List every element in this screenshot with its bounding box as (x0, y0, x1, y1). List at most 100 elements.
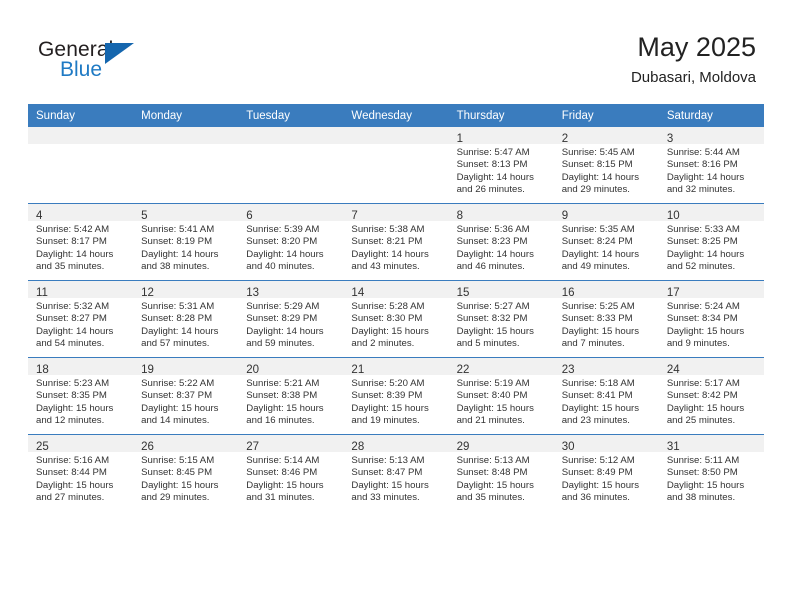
calendar-grid: Sunday Monday Tuesday Wednesday Thursday Frid… (28, 104, 764, 511)
day-number-band: 15 (448, 281, 554, 299)
day-number: 28 (351, 441, 365, 453)
calendar-day-cell[interactable]: 4 Sunrise: 5:42 AM Sunset: 8:17 PM Daylight… (28, 203, 134, 281)
calendar-day-cell[interactable]: 22 Sunrise: 5:19 AM Sunset: 8:40 PM Dayligh… (448, 357, 554, 435)
day-number: 30 (561, 441, 575, 453)
calendar-day-cell[interactable]: 17 Sunrise: 5:24 AM Sunset: 8:34 PM Dayligh… (658, 280, 764, 358)
day-detail-block: Sunrise: 5:44 AM Sunset: 8:16 PM Daylight:… (659, 144, 764, 197)
day-number-band: 16 (553, 281, 659, 299)
calendar-day-cell[interactable]: 1 Sunrise: 5:47 AM Sunset: 8:13 PM Daylight… (448, 127, 554, 204)
day-detail-block: Sunrise: 5:27 AM Sunset: 8:32 PM Daylight:… (449, 298, 554, 351)
day-detail-block: Sunrise: 5:20 AM Sunset: 8:39 PM Daylight:… (343, 375, 448, 428)
title-block: May 2025 Dubasari, Moldova (631, 30, 756, 89)
day-number-band: 13 (238, 281, 344, 299)
day-detail-block: Sunrise: 5:19 AM Sunset: 8:40 PM Daylight:… (449, 375, 554, 428)
calendar-page: General Blue May 2025 Dubasari, Moldova … (0, 0, 792, 612)
sunset-text: Sunset: 8:24 PM (561, 236, 633, 248)
daylight-text-line1: Daylight: 15 hours (561, 402, 640, 414)
calendar-day-cell[interactable]: 26 Sunrise: 5:15 AM Sunset: 8:45 PM Dayligh… (133, 434, 239, 511)
day-number-band: 24 (658, 358, 764, 376)
day-detail-block: Sunrise: 5:17 AM Sunset: 8:42 PM Daylight:… (659, 375, 764, 428)
daylight-text-line2: and 40 minutes. (246, 261, 315, 273)
calendar-day-cell[interactable]: 2 Sunrise: 5:45 AM Sunset: 8:15 PM Daylight… (553, 127, 659, 204)
daylight-text-line2: and 23 minutes. (561, 415, 630, 427)
day-detail-block: Sunrise: 5:28 AM Sunset: 8:30 PM Daylight:… (343, 298, 448, 351)
calendar-day-cell[interactable]: 27 Sunrise: 5:14 AM Sunset: 8:46 PM Dayligh… (238, 434, 344, 511)
daylight-text-line2: and 16 minutes. (246, 415, 315, 427)
weekday-header-thursday: Thursday (448, 104, 554, 127)
calendar-day-cell[interactable]: 6 Sunrise: 5:39 AM Sunset: 8:20 PM Daylight… (238, 203, 344, 281)
day-detail-block: Sunrise: 5:33 AM Sunset: 8:25 PM Daylight:… (659, 221, 764, 274)
calendar-day-cell[interactable]: 14 Sunrise: 5:28 AM Sunset: 8:30 PM Dayligh… (343, 280, 449, 358)
sunrise-text: Sunrise: 5:18 AM (561, 378, 635, 389)
calendar-week-row: 4 Sunrise: 5:42 AM Sunset: 8:17 PM Daylight… (28, 203, 764, 281)
daylight-text-line1: Daylight: 14 hours (141, 248, 219, 260)
calendar-day-cell[interactable]: 19 Sunrise: 5:22 AM Sunset: 8:37 PM Dayligh… (133, 357, 239, 435)
sunset-text: Sunset: 8:13 PM (456, 159, 528, 171)
day-number-band: 28 (343, 435, 449, 453)
day-number: 26 (141, 441, 154, 453)
calendar-day-cell[interactable]: 23 Sunrise: 5:18 AM Sunset: 8:41 PM Dayligh… (553, 357, 659, 435)
calendar-day-cell[interactable]: 13 Sunrise: 5:29 AM Sunset: 8:29 PM Dayligh… (238, 280, 344, 358)
calendar-day-cell[interactable]: 25 Sunrise: 5:16 AM Sunset: 8:44 PM Dayligh… (28, 434, 134, 511)
sunset-text: Sunset: 8:32 PM (456, 313, 528, 325)
day-detail-block: Sunrise: 5:24 AM Sunset: 8:34 PM Daylight:… (659, 298, 764, 351)
daylight-text-line1: Daylight: 14 hours (246, 248, 324, 260)
calendar-day-cell[interactable]: 10 Sunrise: 5:33 AM Sunset: 8:25 PM Dayligh… (658, 203, 764, 281)
day-detail-block: Sunrise: 5:18 AM Sunset: 8:41 PM Daylight:… (554, 375, 659, 428)
day-number: 16 (561, 287, 575, 299)
calendar-day-cell[interactable]: 16 Sunrise: 5:25 AM Sunset: 8:33 PM Dayligh… (553, 280, 659, 358)
daylight-text-line1: Daylight: 14 hours (36, 325, 114, 337)
weekday-header-tuesday: Tuesday (238, 104, 344, 127)
daylight-text-line2: and 14 minutes. (141, 415, 210, 427)
sunrise-text: Sunrise: 5:32 AM (36, 301, 110, 312)
day-detail-block: Sunrise: 5:41 AM Sunset: 8:19 PM Daylight:… (133, 221, 238, 274)
daylight-text-line2: and 38 minutes. (141, 261, 210, 273)
day-number: 29 (456, 441, 470, 453)
sunrise-text: Sunrise: 5:29 AM (246, 301, 320, 312)
sunset-text: Sunset: 8:19 PM (141, 236, 213, 248)
day-number: 2 (561, 133, 569, 145)
calendar-day-cell[interactable]: 28 Sunrise: 5:13 AM Sunset: 8:47 PM Dayligh… (343, 434, 449, 511)
day-number: 23 (561, 364, 575, 376)
calendar-day-cell[interactable]: 18 Sunrise: 5:23 AM Sunset: 8:35 PM Dayligh… (28, 357, 134, 435)
calendar-day-cell[interactable]: 29 Sunrise: 5:13 AM Sunset: 8:48 PM Dayligh… (448, 434, 554, 511)
daylight-text-line2: and 9 minutes. (666, 338, 730, 350)
sunrise-text: Sunrise: 5:13 AM (351, 455, 425, 466)
daylight-text-line2: and 5 minutes. (456, 338, 520, 350)
calendar-day-cell[interactable]: 8 Sunrise: 5:36 AM Sunset: 8:23 PM Daylight… (448, 203, 554, 281)
sunset-text: Sunset: 8:46 PM (246, 467, 318, 479)
day-number-band: 11 (28, 281, 134, 299)
day-number-band: 4 (28, 204, 134, 222)
calendar-day-cell[interactable]: 31 Sunrise: 5:11 AM Sunset: 8:50 PM Dayligh… (658, 434, 764, 511)
daylight-text-line1: Daylight: 15 hours (666, 402, 745, 414)
general-blue-logo[interactable]: General Blue (38, 38, 158, 86)
calendar-day-cell[interactable]: 24 Sunrise: 5:17 AM Sunset: 8:42 PM Dayligh… (658, 357, 764, 435)
calendar-day-cell[interactable]: 20 Sunrise: 5:21 AM Sunset: 8:38 PM Dayligh… (238, 357, 344, 435)
day-detail-block: Sunrise: 5:35 AM Sunset: 8:24 PM Daylight:… (554, 221, 659, 274)
daylight-text-line2: and 25 minutes. (666, 415, 736, 427)
day-number: 3 (666, 133, 674, 145)
day-number-band: 12 (133, 281, 239, 299)
sunset-text: Sunset: 8:34 PM (666, 313, 738, 325)
day-number: 24 (666, 364, 680, 376)
daylight-text-line1: Daylight: 15 hours (246, 479, 324, 491)
daylight-text-line1: Daylight: 15 hours (36, 479, 114, 491)
calendar-day-cell[interactable]: 21 Sunrise: 5:20 AM Sunset: 8:39 PM Dayligh… (343, 357, 449, 435)
calendar-day-cell[interactable]: 9 Sunrise: 5:35 AM Sunset: 8:24 PM Daylight… (553, 203, 659, 281)
daylight-text-line2: and 26 minutes. (456, 184, 525, 196)
day-number-band: 27 (238, 435, 344, 453)
calendar-day-cell[interactable]: 7 Sunrise: 5:38 AM Sunset: 8:21 PM Daylight… (343, 203, 449, 281)
day-number: 10 (666, 210, 680, 222)
calendar-day-cell[interactable]: 30 Sunrise: 5:12 AM Sunset: 8:49 PM Dayligh… (553, 434, 659, 511)
calendar-day-cell[interactable]: 3 Sunrise: 5:44 AM Sunset: 8:16 PM Daylight… (658, 127, 764, 204)
sunrise-text: Sunrise: 5:27 AM (456, 301, 530, 312)
sunset-text: Sunset: 8:28 PM (141, 313, 213, 325)
calendar-day-cell[interactable]: 12 Sunrise: 5:31 AM Sunset: 8:28 PM Dayligh… (133, 280, 239, 358)
day-number-band: 1 (448, 127, 554, 145)
daylight-text-line1: Daylight: 14 hours (456, 171, 534, 183)
calendar-day-cell[interactable]: 11 Sunrise: 5:32 AM Sunset: 8:27 PM Dayligh… (28, 280, 134, 358)
calendar-day-cell[interactable]: 15 Sunrise: 5:27 AM Sunset: 8:32 PM Dayligh… (448, 280, 554, 358)
weekday-header-saturday: Saturday (658, 104, 764, 127)
calendar-day-cell[interactable]: 5 Sunrise: 5:41 AM Sunset: 8:19 PM Daylight… (133, 203, 239, 281)
sunset-text: Sunset: 8:29 PM (246, 313, 318, 325)
